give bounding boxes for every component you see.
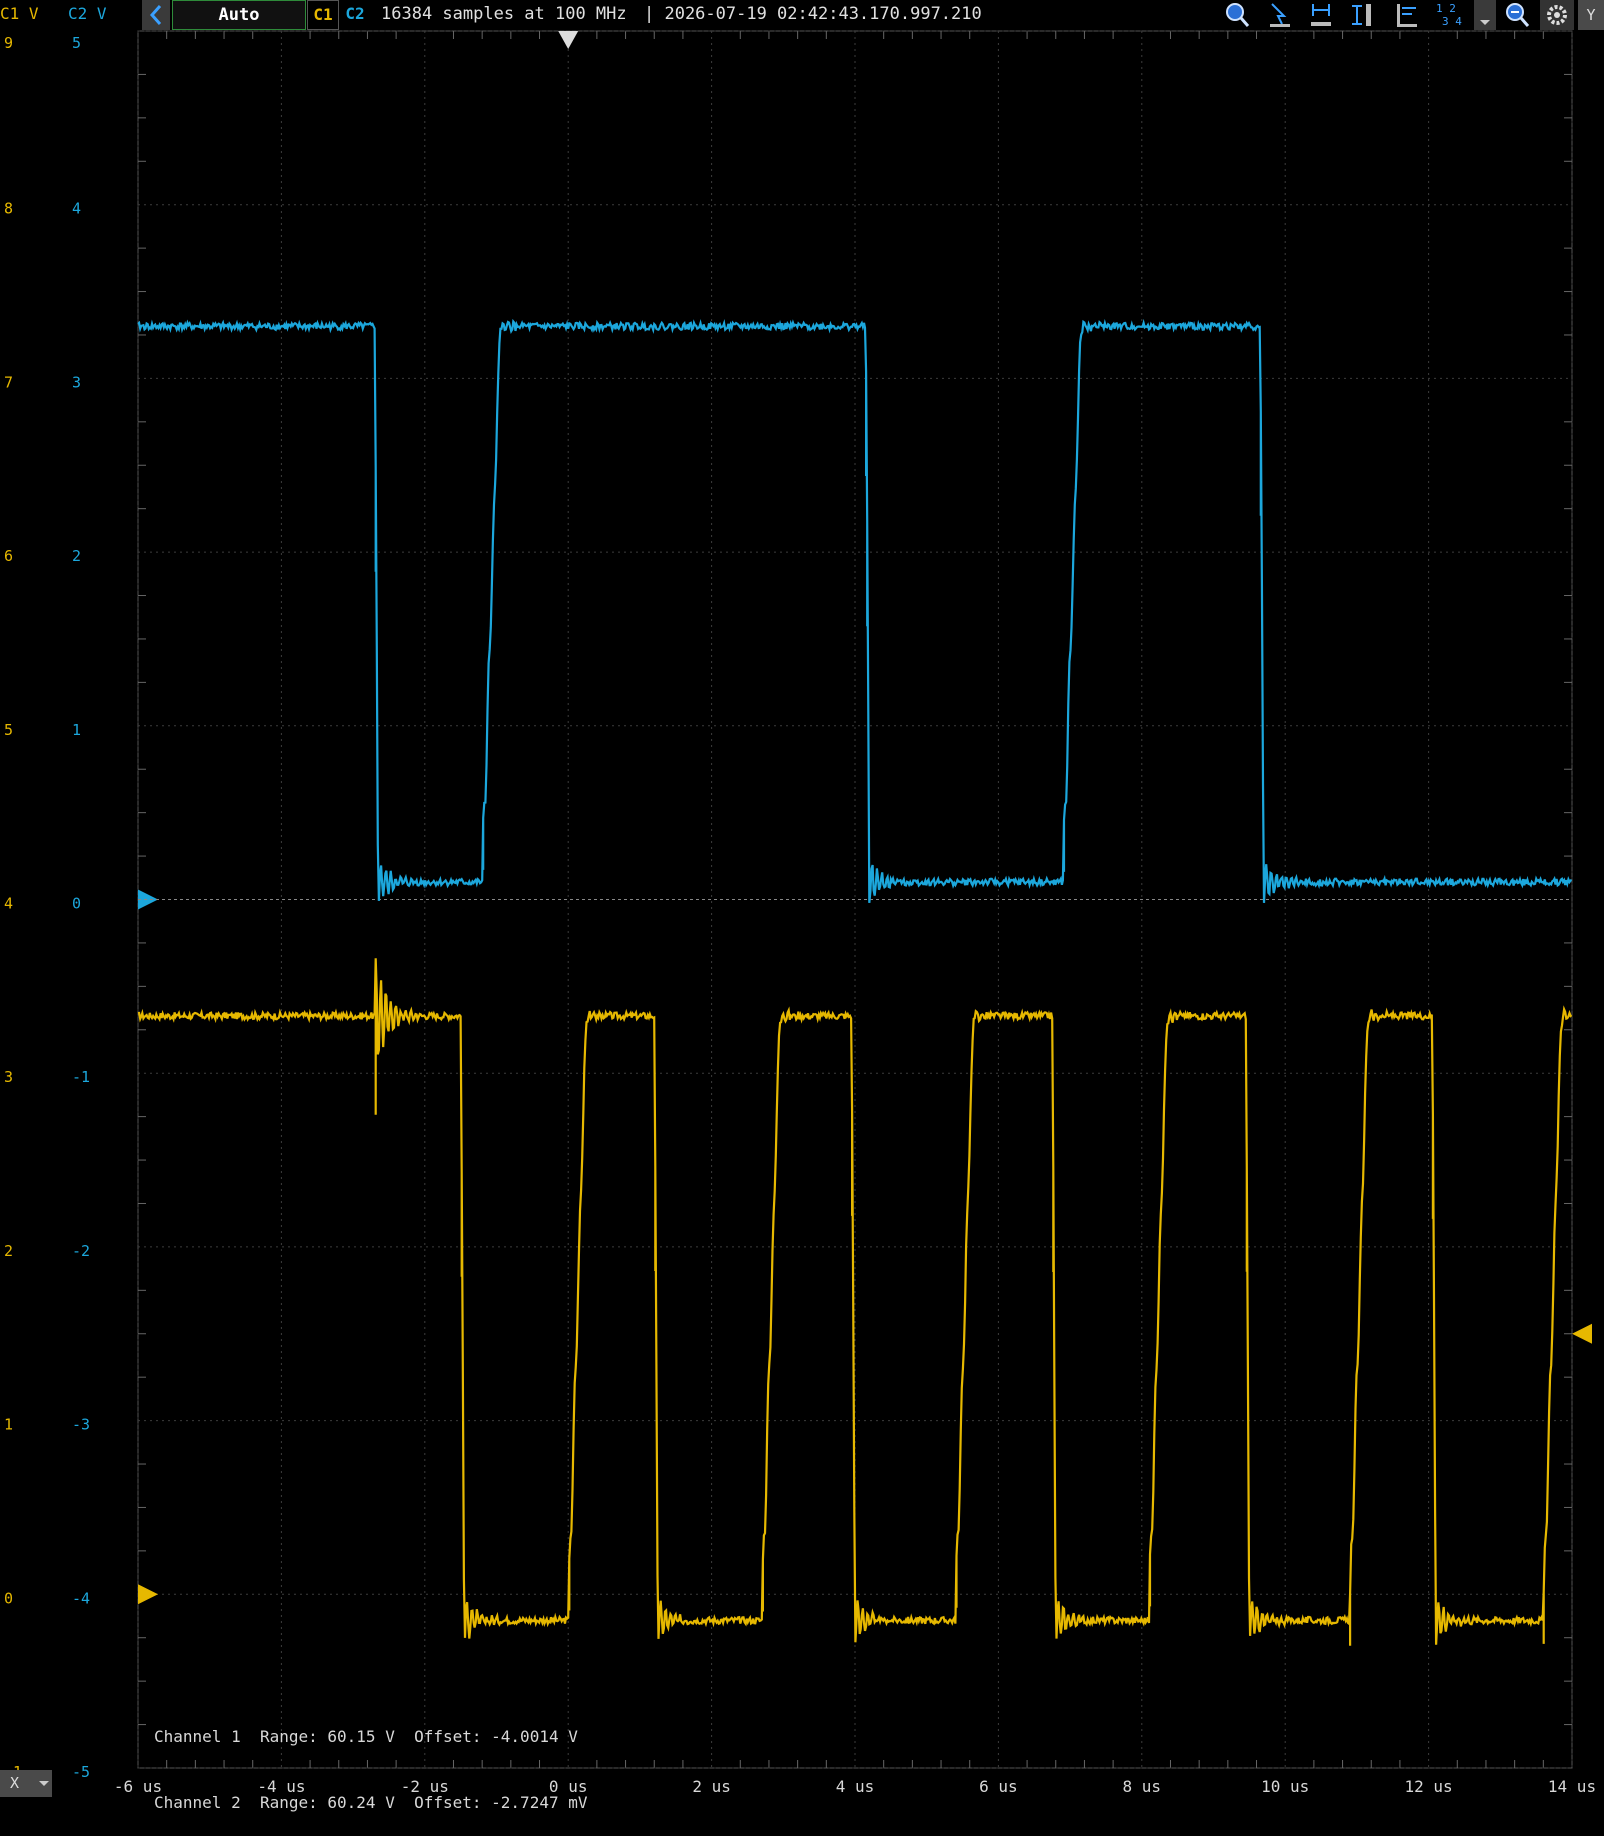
channel-1-info: Channel 1 Range: 60.15 V Offset: -4.0014… (154, 1727, 578, 1746)
c1-tick-label: 2 (4, 1242, 13, 1260)
c1-tick-label: 1 (4, 1416, 13, 1434)
c2-tick-label: -5 (72, 1763, 90, 1781)
c2-tick-label: -4 (72, 1589, 90, 1607)
trigger-level-marker[interactable] (1572, 1323, 1592, 1344)
c1-tick-label: 5 (4, 721, 13, 739)
channel-info: Channel 1 Range: 60.15 V Offset: -4.0014… (154, 1682, 587, 1836)
x-tick-label: 4 us (836, 1777, 875, 1796)
x-tick-label: 10 us (1261, 1777, 1309, 1796)
c2-tick-label: 5 (72, 34, 81, 52)
scope-plot[interactable]: 9876543210-1543210-1-2-3-4-5 -6 us-4 us-… (0, 0, 1604, 1797)
c1-tick-label: 4 (4, 895, 13, 913)
c2-tick-label: 3 (72, 373, 81, 391)
c2-tick-label: 2 (72, 547, 81, 565)
c1-tick-label: 0 (4, 1589, 13, 1607)
x-axis-selector-label: X (10, 1774, 20, 1792)
series-c1-line (137, 958, 1573, 1646)
x-tick-label: 2 us (692, 1777, 731, 1796)
c2-tick-label: 4 (72, 200, 81, 218)
c2-tick-label: 0 (72, 895, 81, 913)
c1-tick-label: 8 (4, 200, 13, 218)
c1-offset-marker[interactable] (138, 1584, 158, 1605)
trigger-time-marker[interactable] (558, 31, 579, 49)
c2-tick-label: -3 (72, 1416, 90, 1434)
x-axis-selector[interactable]: X (0, 1770, 52, 1797)
channel-2-info: Channel 2 Range: 60.24 V Offset: -2.7247… (154, 1793, 588, 1812)
c2-tick-label: -1 (72, 1068, 90, 1086)
x-tick-label: 12 us (1405, 1777, 1453, 1796)
y-tick-labels: 9876543210-1543210-1-2-3-4-5 (4, 34, 90, 1781)
series-c2-line (137, 318, 1573, 904)
c1-tick-label: 3 (4, 1068, 13, 1086)
x-tick-label: 6 us (979, 1777, 1018, 1796)
c1-tick-label: 6 (4, 547, 13, 565)
c1-tick-label: 7 (4, 373, 13, 391)
x-tick-label: 14 us (1548, 1777, 1596, 1796)
chevron-down-icon (39, 1781, 49, 1786)
channel-markers (138, 31, 1592, 1605)
c2-tick-label: 1 (72, 721, 81, 739)
c1-tick-label: 9 (4, 34, 13, 52)
c2-tick-label: -2 (72, 1242, 90, 1260)
x-tick-label: 8 us (1123, 1777, 1162, 1796)
